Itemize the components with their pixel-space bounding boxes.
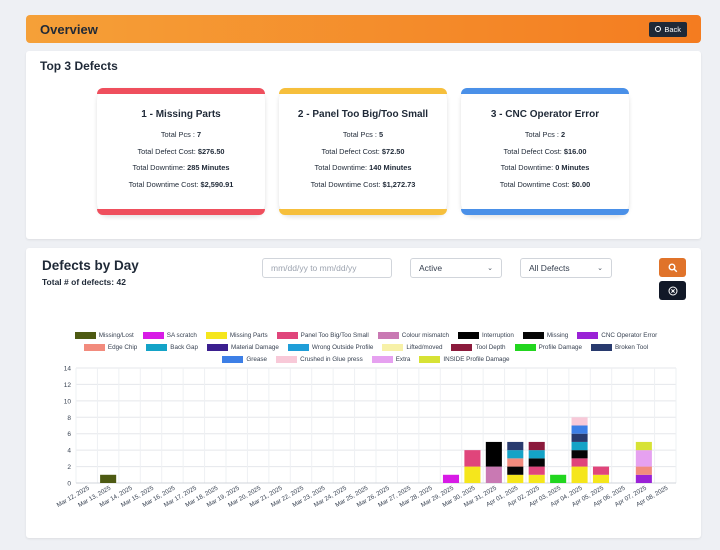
bar-segment	[571, 433, 588, 442]
y-tick-label: 2	[67, 464, 71, 471]
defects-by-day-panel: Defects by Day Total # of defects: 42 mm…	[26, 248, 701, 538]
card-downtime-cost: Total Downtime Cost: $0.00	[499, 179, 591, 189]
bar-segment	[571, 458, 588, 467]
y-tick-label: 10	[64, 398, 72, 405]
bar-segment	[571, 450, 588, 459]
card-downtime: Total Downtime: 140 Minutes	[314, 163, 412, 172]
card-total-pcs: Total Pcs : 5	[342, 130, 384, 139]
card-downtime: Total Downtime: 285 Minutes	[132, 163, 230, 172]
defect-card-2: 2 - Panel Too Big/Too Small Total Pcs : …	[279, 88, 447, 215]
defect-card-1: 1 - Missing Parts Total Pcs : 7 Total De…	[97, 88, 265, 215]
bar-segment	[571, 417, 588, 426]
card-top-accent	[279, 88, 447, 94]
card-bottom-accent	[97, 209, 265, 215]
top-defects-panel: Top 3 Defects 1 - Missing Parts Total Pc…	[26, 51, 701, 239]
defect-card-title: 1 - Missing Parts	[141, 109, 221, 120]
bar-segment	[528, 474, 545, 483]
card-downtime-cost: Total Downtime Cost: $2,590.91	[128, 179, 234, 189]
bar-segment	[571, 466, 588, 483]
card-defect-cost: Total Defect Cost: $16.00	[503, 146, 587, 156]
bar-segment	[100, 474, 117, 483]
overview-header: Overview Back	[26, 15, 701, 43]
y-tick-label: 12	[64, 382, 72, 389]
bar-segment	[528, 441, 545, 451]
defect-card-title: 2 - Panel Too Big/Too Small	[297, 109, 429, 120]
bar-segment	[635, 474, 652, 483]
bar-segment	[485, 466, 502, 483]
card-downtime-cost: Total Downtime Cost: $1,272.73	[310, 179, 416, 189]
card-bottom-accent	[461, 209, 629, 215]
card-defect-cost: Total Defect Cost: $276.50	[137, 146, 225, 156]
top-defects-title: Top 3 Defects	[40, 59, 118, 73]
bar-segment	[550, 474, 567, 483]
bar-segment	[528, 466, 545, 475]
bar-segment	[464, 466, 481, 483]
bar-segment	[507, 474, 524, 483]
bar-segment	[507, 458, 524, 467]
bar-segment	[485, 441, 502, 467]
card-top-accent	[461, 88, 629, 94]
bar-segment	[571, 441, 588, 451]
bar-segment	[635, 441, 652, 451]
bar-segment	[507, 466, 524, 475]
card-total-pcs: Total Pcs : 7	[160, 130, 202, 139]
back-button[interactable]: Back	[649, 21, 687, 37]
bar-segment	[442, 474, 460, 483]
y-tick-label: 4	[67, 448, 71, 455]
bar-segment	[571, 425, 588, 434]
y-tick-label: 0	[67, 481, 71, 488]
card-bottom-accent	[279, 209, 447, 215]
bar-segment	[464, 450, 481, 467]
card-total-pcs: Total Pcs : 2	[524, 130, 566, 139]
bar-segment	[635, 450, 652, 467]
bar-segment	[507, 441, 524, 451]
card-top-accent	[97, 88, 265, 94]
back-button-label: Back	[664, 24, 681, 34]
defect-card-title: 3 - CNC Operator Error	[490, 109, 600, 120]
y-tick-label: 14	[64, 366, 72, 373]
bar-segment	[507, 450, 524, 459]
defects-by-day-chart: 02468101214Mar 12, 2025Mar 13, 2025Mar 1…	[56, 366, 677, 509]
page-title: Overview	[40, 21, 98, 37]
bar-segment	[528, 450, 545, 459]
y-tick-label: 6	[67, 431, 71, 438]
bar-segment	[635, 466, 652, 475]
bar-segment	[528, 458, 545, 467]
bar-segment	[592, 474, 610, 483]
defect-card-3: 3 - CNC Operator Error Total Pcs : 2 Tot…	[461, 88, 629, 215]
circle-plus-icon	[655, 26, 662, 32]
y-tick-label: 8	[67, 415, 71, 422]
bar-segment	[592, 466, 610, 475]
card-defect-cost: Total Defect Cost: $72.50	[321, 146, 405, 156]
card-downtime: Total Downtime: 0 Minutes	[500, 163, 590, 172]
